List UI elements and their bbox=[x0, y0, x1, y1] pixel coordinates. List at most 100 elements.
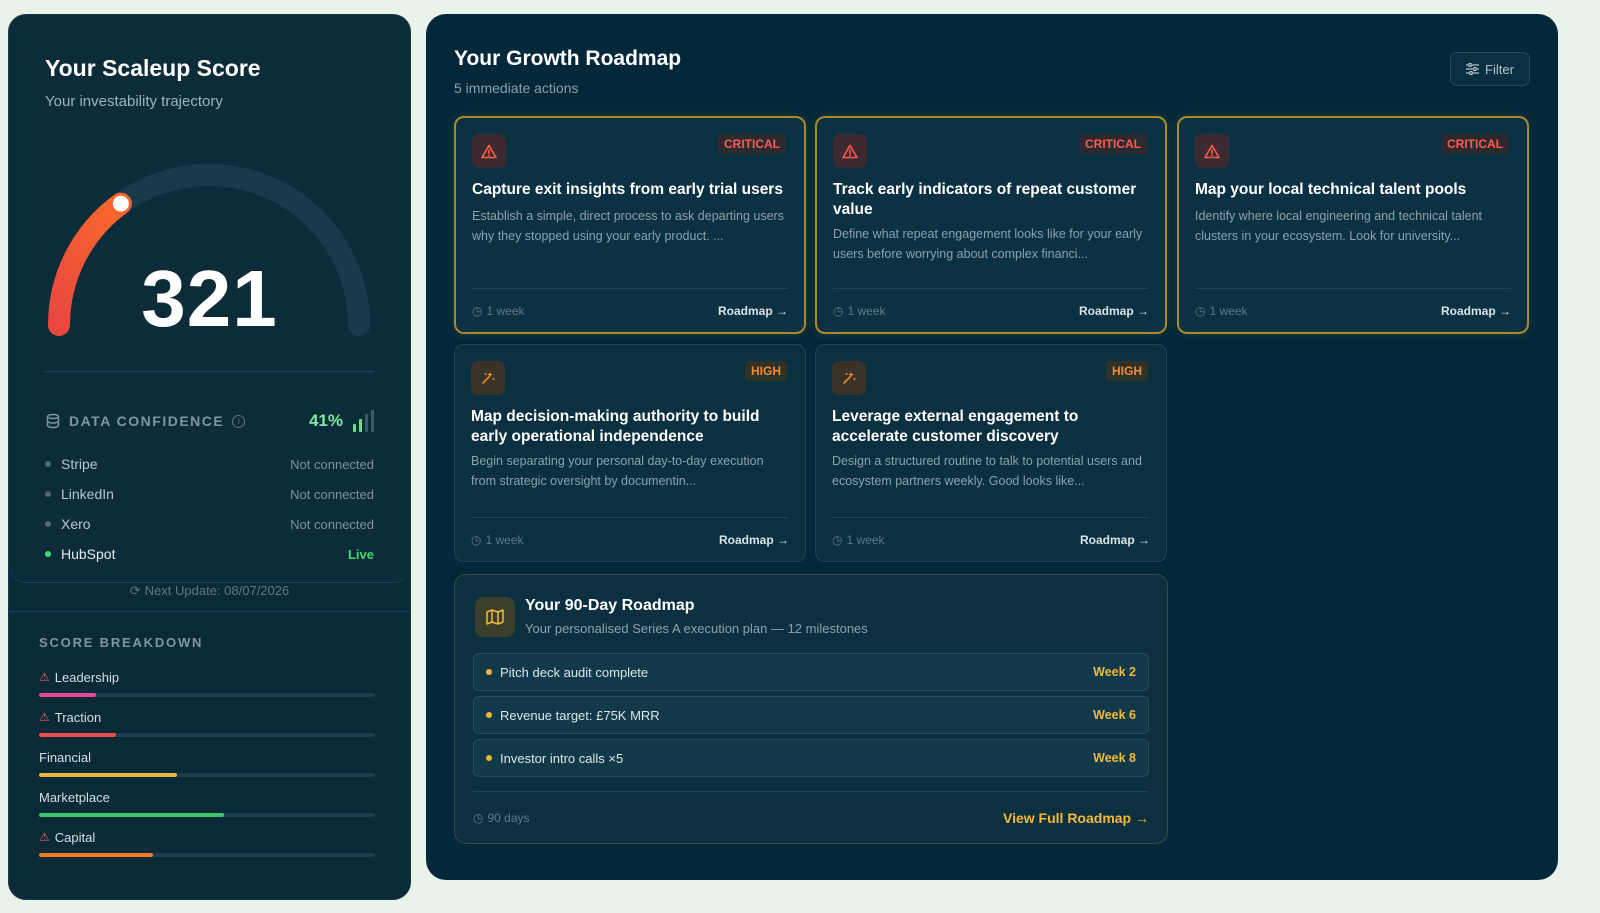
roadmap-subtitle: 5 immediate actions bbox=[454, 80, 579, 96]
duration: 1 week bbox=[1209, 303, 1248, 318]
milestone-week: Week 2 bbox=[1093, 665, 1136, 679]
roadmap-plan-footer: ◷ 90 days View Full Roadmap → bbox=[473, 791, 1149, 843]
data-source-list: Stripe Not connected LinkedIn Not connec… bbox=[45, 449, 374, 569]
action-card[interactable]: CRITICAL Map your local technical talent… bbox=[1177, 116, 1529, 334]
duration: 1 week bbox=[485, 532, 524, 547]
database-icon bbox=[46, 413, 60, 429]
clock-icon: ◷ bbox=[832, 532, 843, 547]
action-title: Capture exit insights from early trial u… bbox=[472, 181, 783, 198]
status-dot bbox=[45, 551, 51, 557]
clock-icon: ◷ bbox=[473, 810, 484, 825]
breakdown-label: Financial bbox=[39, 749, 92, 765]
action-card[interactable]: CRITICAL Track early indicators of repea… bbox=[815, 116, 1167, 334]
card-footer: ◷ 1 week Roadmap → bbox=[472, 288, 788, 332]
sparkle-icon bbox=[471, 361, 505, 395]
sparkle-icon bbox=[832, 361, 866, 395]
breakdown-item-traction[interactable]: ⚠ Traction bbox=[39, 707, 375, 747]
roadmap-link[interactable]: Roadmap → bbox=[718, 304, 788, 318]
plan-duration: 90 days bbox=[487, 810, 530, 825]
data-confidence-label: DATA CONFIDENCE bbox=[69, 413, 225, 429]
gauge-knob bbox=[112, 195, 129, 212]
action-title: Map your local technical talent pools bbox=[1195, 181, 1467, 198]
sliders-icon bbox=[1466, 63, 1480, 75]
source-name: Stripe bbox=[61, 456, 98, 472]
status-dot bbox=[45, 461, 51, 467]
divider bbox=[45, 371, 374, 372]
signal-bars-icon bbox=[353, 410, 374, 432]
clock-icon: ◷ bbox=[833, 303, 844, 318]
duration: 1 week bbox=[486, 303, 525, 318]
clock-icon: ◷ bbox=[472, 303, 483, 318]
roadmap-plan-title: Your 90-Day Roadmap bbox=[525, 597, 695, 614]
roadmap-link[interactable]: Roadmap → bbox=[1441, 304, 1511, 318]
source-name: LinkedIn bbox=[61, 486, 114, 502]
info-icon[interactable]: i bbox=[232, 414, 246, 428]
roadmap-link[interactable]: Roadmap → bbox=[719, 533, 789, 547]
milestone-label: Investor intro calls ×5 bbox=[500, 750, 624, 766]
breakdown-item-capital[interactable]: ⚠ Capital bbox=[39, 827, 375, 867]
alert-triangle-icon bbox=[833, 134, 867, 168]
breakdown-item-financial[interactable]: Financial bbox=[39, 747, 375, 787]
breakdown-label: Marketplace bbox=[39, 789, 110, 805]
data-source-stripe[interactable]: Stripe Not connected bbox=[45, 449, 374, 479]
warning-icon: ⚠ bbox=[39, 710, 50, 724]
card-footer: ◷ 1 week Roadmap → bbox=[1195, 288, 1511, 332]
priority-badge: HIGH bbox=[1106, 361, 1148, 381]
view-full-roadmap-link[interactable]: View Full Roadmap → bbox=[1003, 810, 1149, 826]
duration: 1 week bbox=[847, 303, 886, 318]
breakdown-bar-fill bbox=[39, 693, 97, 697]
score-breakdown-title: SCORE BREAKDOWN bbox=[39, 635, 204, 650]
milestone-list: Pitch deck audit complete Week 2 Revenue … bbox=[473, 653, 1149, 782]
action-title: Map decision-making authority to build e… bbox=[471, 408, 760, 445]
data-source-hubspot[interactable]: HubSpot Live bbox=[45, 539, 374, 569]
action-description: Begin separating your personal day-to-da… bbox=[471, 454, 764, 488]
milestone-week: Week 8 bbox=[1093, 751, 1136, 765]
card-footer: ◷ 1 week Roadmap → bbox=[832, 517, 1150, 561]
action-description: Establish a simple, direct process to as… bbox=[472, 209, 784, 243]
priority-badge: HIGH bbox=[745, 361, 787, 381]
data-source-linkedin[interactable]: LinkedIn Not connected bbox=[45, 479, 374, 509]
card-footer: ◷ 1 week Roadmap → bbox=[833, 288, 1149, 332]
action-card[interactable]: CRITICAL Capture exit insights from earl… bbox=[454, 116, 806, 334]
milestone-week: Week 6 bbox=[1093, 708, 1136, 722]
score-breakdown-list: ⚠ Leadership ⚠ Traction Financial Marketpl… bbox=[39, 667, 375, 867]
filter-label: Filter bbox=[1485, 61, 1514, 77]
next-update: ⟳ Next Update: 08/07/2026 bbox=[9, 583, 410, 599]
milestone-item[interactable]: Investor intro calls ×5 Week 8 bbox=[473, 739, 1149, 777]
source-status: Not connected bbox=[290, 516, 374, 532]
roadmap-title: Your Growth Roadmap bbox=[454, 47, 682, 70]
clock-icon: ◷ bbox=[1195, 303, 1206, 318]
status-dot bbox=[45, 491, 51, 497]
action-description: Design a structured routine to talk to p… bbox=[832, 454, 1142, 488]
source-status: Live bbox=[347, 546, 374, 562]
milestone-item[interactable]: Pitch deck audit complete Week 2 bbox=[473, 653, 1149, 691]
breakdown-item-leadership[interactable]: ⚠ Leadership bbox=[39, 667, 375, 707]
status-dot bbox=[45, 521, 51, 527]
milestone-label: Revenue target: £75K MRR bbox=[500, 707, 660, 723]
priority-badge: CRITICAL bbox=[718, 134, 786, 154]
breakdown-bar-fill bbox=[39, 813, 224, 817]
clock-icon: ◷ bbox=[471, 532, 482, 547]
breakdown-bar bbox=[39, 813, 375, 817]
action-card[interactable]: HIGH Map decision-making authority to bu… bbox=[454, 344, 806, 562]
score-subtitle: Your investability trajectory bbox=[45, 93, 223, 110]
breakdown-item-marketplace[interactable]: Marketplace bbox=[39, 787, 375, 827]
milestone-label: Pitch deck audit complete bbox=[500, 664, 649, 680]
roadmap-link[interactable]: Roadmap → bbox=[1079, 304, 1149, 318]
alert-triangle-icon bbox=[1195, 134, 1229, 168]
roadmap-plan-subtitle: Your personalised Series A execution pla… bbox=[525, 621, 868, 636]
data-confidence-row: DATA CONFIDENCE i 41% bbox=[45, 409, 374, 433]
breakdown-bar bbox=[39, 773, 375, 777]
milestone-dot bbox=[486, 712, 492, 718]
roadmap-link[interactable]: Roadmap → bbox=[1080, 533, 1150, 547]
breakdown-label: Traction bbox=[54, 709, 102, 725]
score-card: Your Scaleup Score Your investability tr… bbox=[9, 15, 410, 583]
data-source-xero[interactable]: Xero Not connected bbox=[45, 509, 374, 539]
growth-roadmap-panel: Your Growth Roadmap 5 immediate actions … bbox=[426, 14, 1558, 880]
action-card[interactable]: HIGH Leverage external engagement to acc… bbox=[815, 344, 1167, 562]
source-name: Xero bbox=[61, 516, 91, 532]
warning-icon: ⚠ bbox=[39, 830, 50, 844]
milestone-item[interactable]: Revenue target: £75K MRR Week 6 bbox=[473, 696, 1149, 734]
filter-button[interactable]: Filter bbox=[1450, 52, 1530, 86]
next-update-text: Next Update: 08/07/2026 bbox=[144, 583, 290, 598]
